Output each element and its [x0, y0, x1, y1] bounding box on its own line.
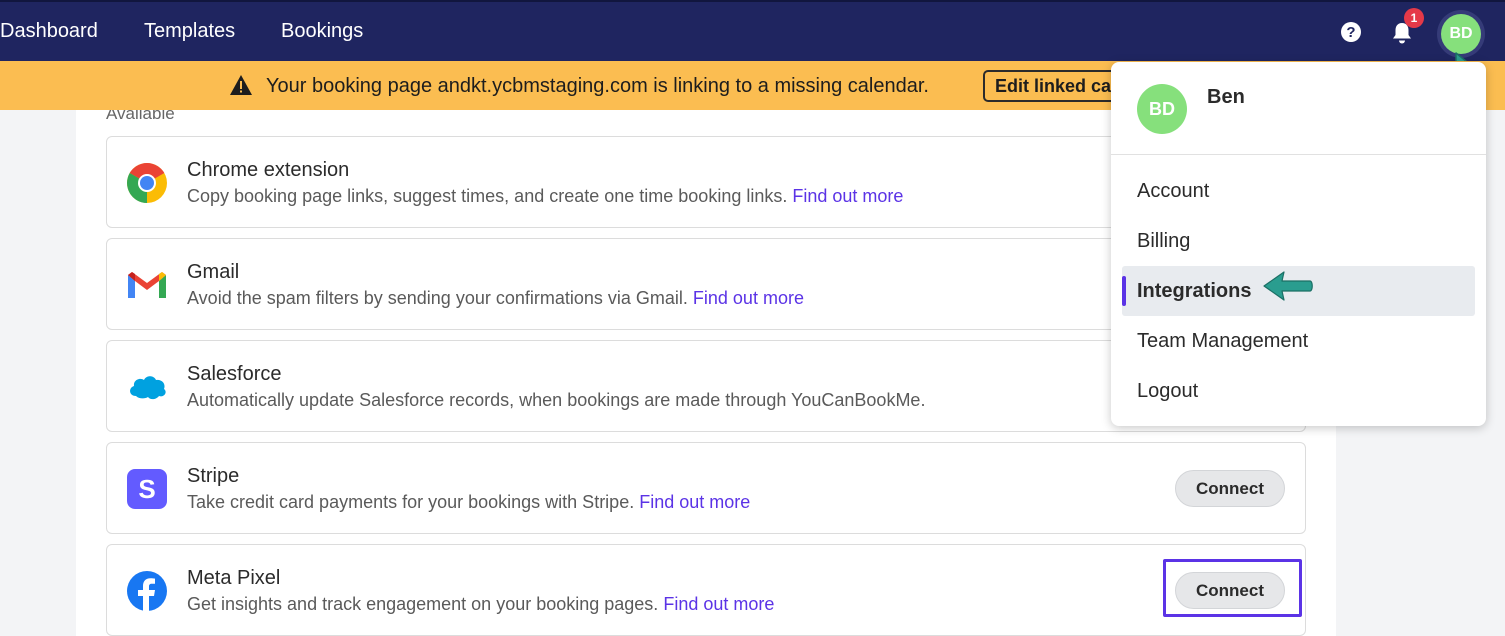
- nav-templates[interactable]: Templates: [144, 18, 235, 44]
- card-description: Avoid the spam filters by sending your c…: [187, 288, 804, 308]
- connect-highlight-box: [1163, 559, 1302, 617]
- warning-icon: [230, 75, 252, 95]
- chrome-icon: [127, 163, 167, 203]
- nav-bookings[interactable]: Bookings: [281, 18, 363, 44]
- notification-badge: 1: [1404, 8, 1424, 28]
- find-out-more-link[interactable]: Find out more: [792, 186, 903, 206]
- integration-card-stripe: S Stripe Take credit card payments for y…: [106, 442, 1306, 534]
- avatar-initials: BD: [1441, 14, 1481, 54]
- menu-item-logout[interactable]: Logout: [1137, 378, 1198, 404]
- stripe-connect-button[interactable]: Connect: [1175, 470, 1285, 507]
- svg-text:S: S: [138, 474, 155, 504]
- integration-card-meta-pixel: Meta Pixel Get insights and track engage…: [106, 544, 1306, 636]
- menu-item-billing[interactable]: Billing: [1137, 228, 1190, 254]
- salesforce-icon: [130, 376, 166, 400]
- menu-item-integrations[interactable]: Integrations: [1137, 278, 1251, 304]
- facebook-icon: [127, 571, 167, 611]
- card-description: Automatically update Salesforce records,…: [187, 390, 926, 410]
- menu-item-account[interactable]: Account: [1137, 178, 1209, 204]
- find-out-more-link[interactable]: Find out more: [663, 594, 774, 614]
- menu-item-team-management[interactable]: Team Management: [1137, 328, 1308, 354]
- card-description: Copy booking page links, suggest times, …: [187, 186, 904, 206]
- user-dropdown-menu: BD Ben Account Billing Integrations Team…: [1111, 62, 1486, 426]
- card-title: Meta Pixel: [187, 567, 281, 589]
- banner-message: Your booking page andkt.ycbmstaging.com …: [266, 75, 929, 97]
- card-description: Take credit card payments for your booki…: [187, 492, 751, 512]
- pointer-arrow-icon: [1263, 271, 1313, 301]
- nav-dashboard[interactable]: Dashboard: [0, 18, 98, 44]
- find-out-more-link[interactable]: Find out more: [693, 288, 804, 308]
- dropdown-avatar: BD: [1137, 84, 1187, 134]
- help-icon[interactable]: ?: [1340, 21, 1362, 43]
- dropdown-divider: [1111, 154, 1486, 155]
- top-navigation: Dashboard Templates Bookings ? 1 BD: [0, 0, 1505, 61]
- card-description: Get insights and track engagement on you…: [187, 594, 775, 614]
- active-item-indicator: [1122, 276, 1126, 306]
- dropdown-user-name: Ben: [1207, 86, 1245, 108]
- card-title: Stripe: [187, 465, 240, 487]
- find-out-more-link[interactable]: Find out more: [639, 492, 750, 512]
- card-title: Chrome extension: [187, 159, 350, 181]
- stripe-icon: S: [127, 469, 167, 509]
- gmail-icon: [128, 272, 166, 298]
- card-title: Salesforce: [187, 363, 282, 385]
- svg-text:?: ?: [1346, 24, 1355, 41]
- card-title: Gmail: [187, 261, 240, 283]
